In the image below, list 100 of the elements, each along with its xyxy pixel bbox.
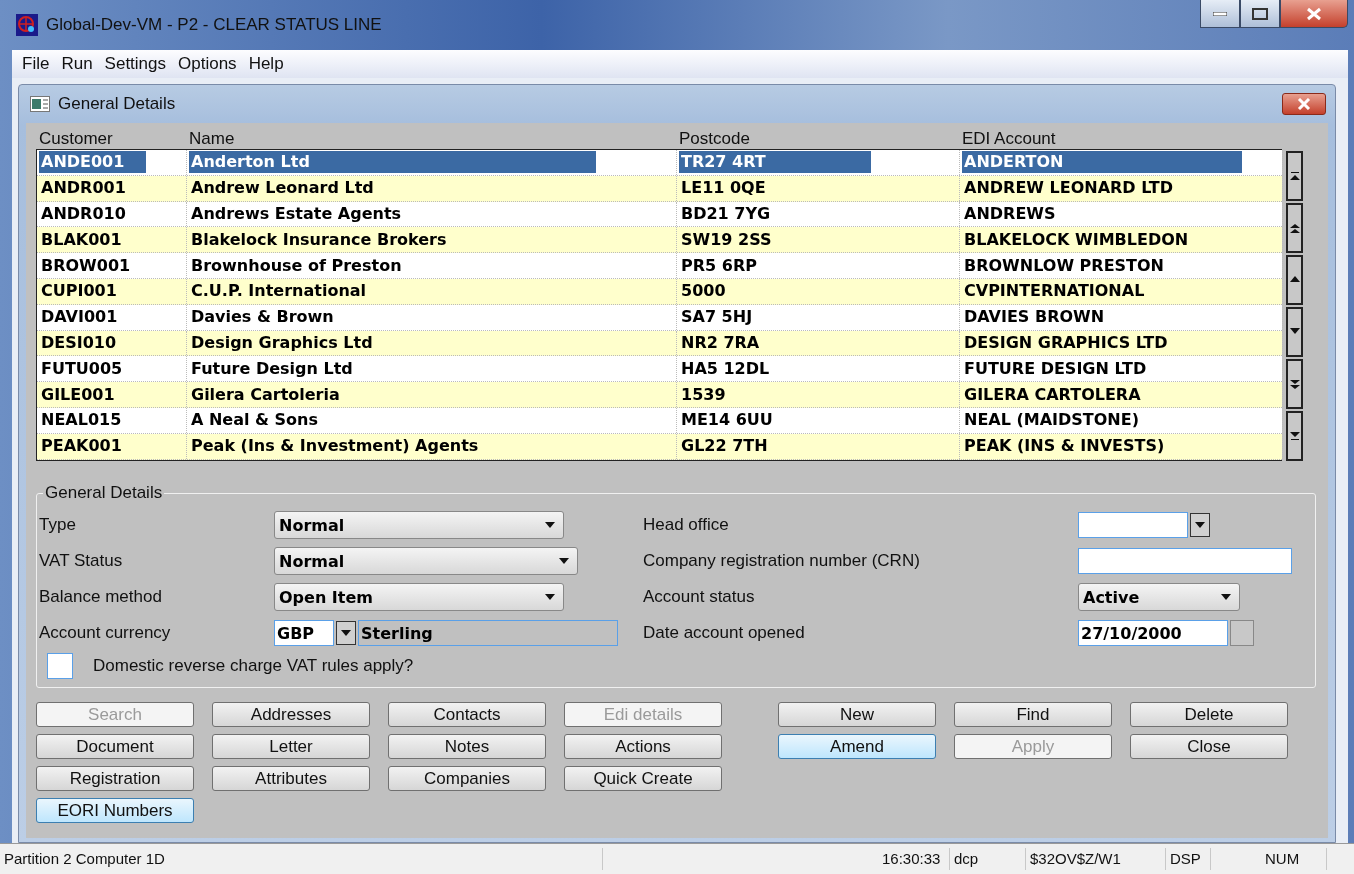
column-header: Customer <box>38 129 114 149</box>
table-cell[interactable]: GILE001 <box>39 383 115 406</box>
action-button[interactable]: Find <box>954 702 1112 727</box>
table-cell[interactable]: ANDERTON <box>962 151 1242 174</box>
action-button[interactable]: Contacts <box>388 702 546 727</box>
table-cell[interactable]: Anderton Ltd <box>189 151 596 174</box>
action-button[interactable]: New <box>778 702 936 727</box>
dropdown[interactable]: Active <box>1078 583 1240 611</box>
table-cell[interactable]: ANDR001 <box>39 177 126 200</box>
table-cell[interactable]: Future Design Ltd <box>189 357 353 380</box>
action-button[interactable]: Addresses <box>212 702 370 727</box>
table-cell[interactable]: 1539 <box>679 383 726 406</box>
table-cell[interactable]: CUPI001 <box>39 280 117 303</box>
table-cell[interactable]: PEAK (INS & INVESTS) <box>962 435 1165 458</box>
close-icon <box>1297 98 1311 110</box>
table-cell[interactable]: Peak (Ins & Investment) Agents <box>189 435 479 458</box>
form-title: General Details <box>58 94 177 114</box>
dropdown[interactable]: Normal <box>274 511 564 539</box>
table-cell[interactable]: DESIGN GRAPHICS LTD <box>962 331 1168 354</box>
date-field[interactable]: 27/10/2000 <box>1078 620 1228 646</box>
table-cell[interactable]: Andrews Estate Agents <box>189 203 402 225</box>
action-button[interactable]: EORI Numbers <box>36 798 194 823</box>
table-cell[interactable]: DAVI001 <box>39 306 118 329</box>
table-cell[interactable]: Gilera Cartoleria <box>189 383 340 406</box>
table-cell[interactable]: HA5 12DL <box>679 357 770 380</box>
table-cell[interactable]: 5000 <box>679 280 726 303</box>
checkbox[interactable] <box>47 653 73 679</box>
table-cell[interactable]: ANDE001 <box>39 151 146 174</box>
table-cell[interactable]: C.U.P. International <box>189 280 367 303</box>
table-cell[interactable]: PEAK001 <box>39 435 122 458</box>
table-cell[interactable]: NEAL015 <box>39 409 122 432</box>
page-down-button[interactable] <box>1286 359 1303 409</box>
field-label: Head office <box>642 515 730 535</box>
caret-icon <box>559 558 569 564</box>
action-button[interactable]: Companies <box>388 766 546 791</box>
action-button[interactable]: Letter <box>212 734 370 759</box>
combo-field[interactable] <box>1078 512 1188 538</box>
action-button[interactable]: Actions <box>564 734 722 759</box>
scroll-bottom-button[interactable] <box>1286 411 1303 461</box>
action-button[interactable]: Amend <box>778 734 936 759</box>
table-cell[interactable]: LE11 0QE <box>679 177 766 200</box>
action-button[interactable]: Document <box>36 734 194 759</box>
menu-item[interactable]: Options <box>178 54 237 74</box>
minimize-button[interactable] <box>1200 0 1240 28</box>
table-cell[interactable]: Blakelock Insurance Brokers <box>189 228 447 251</box>
action-button[interactable]: Registration <box>36 766 194 791</box>
menu-item[interactable]: Run <box>61 54 93 74</box>
table-cell[interactable]: Brownhouse of Preston <box>189 254 402 277</box>
menu-item[interactable]: File <box>22 54 50 74</box>
table-cell[interactable]: ANDREW LEONARD LTD <box>962 177 1173 200</box>
action-button[interactable]: Close <box>1130 734 1288 759</box>
dropdown-button[interactable] <box>336 621 356 645</box>
table-cell[interactable]: Andrew Leonard Ltd <box>189 177 374 200</box>
table-cell[interactable]: TR27 4RT <box>679 151 871 174</box>
table-cell[interactable]: ANDREWS <box>962 203 1056 225</box>
dropdown-button[interactable] <box>1190 513 1210 537</box>
table-cell[interactable]: ANDR010 <box>39 203 126 225</box>
table-cell[interactable]: FUTURE DESIGN LTD <box>962 357 1147 380</box>
table-cell[interactable]: BLAK001 <box>39 228 122 251</box>
field-label: Account currency <box>38 623 172 643</box>
table-cell[interactable]: DESI010 <box>39 331 117 354</box>
table-cell[interactable]: GILERA CARTOLERA <box>962 383 1141 406</box>
table-cell[interactable]: DAVIES BROWN <box>962 306 1105 329</box>
caret-icon <box>1221 594 1231 600</box>
table-cell[interactable]: BLAKELOCK WIMBLEDON <box>962 228 1189 251</box>
page-up-button[interactable] <box>1286 203 1303 253</box>
currency-field[interactable]: GBP <box>274 620 334 646</box>
table-cell[interactable]: A Neal & Sons <box>189 409 318 432</box>
action-button[interactable]: Attributes <box>212 766 370 791</box>
window-title: Global-Dev-VM - P2 - CLEAR STATUS LINE <box>46 15 383 35</box>
table-cell[interactable]: NEAL (MAIDSTONE) <box>962 409 1139 432</box>
table-cell[interactable]: FUTU005 <box>39 357 123 380</box>
action-button[interactable]: Delete <box>1130 702 1288 727</box>
dropdown[interactable]: Open Item <box>274 583 564 611</box>
dropdown[interactable]: Normal <box>274 547 578 575</box>
menu-item[interactable]: Settings <box>104 54 167 74</box>
table-cell[interactable]: ME14 6UU <box>679 409 773 432</box>
status-text: 16:30:33 <box>878 848 950 870</box>
close-button[interactable] <box>1282 93 1326 115</box>
action-button[interactable]: Quick Create <box>564 766 722 791</box>
maximize-button[interactable] <box>1240 0 1280 28</box>
table-cell[interactable]: BROW001 <box>39 254 131 277</box>
action-button[interactable]: Notes <box>388 734 546 759</box>
table-cell[interactable]: CVPINTERNATIONAL <box>962 280 1145 303</box>
table-cell[interactable]: BD21 7YG <box>679 203 771 225</box>
arrow-icon <box>1289 379 1300 389</box>
table-cell[interactable]: GL22 7TH <box>679 435 768 458</box>
input-field[interactable] <box>1078 548 1292 574</box>
table-cell[interactable]: Design Graphics Ltd <box>189 331 373 354</box>
table-cell[interactable]: BROWNLOW PRESTON <box>962 254 1164 277</box>
close-button[interactable] <box>1280 0 1348 28</box>
scroll-down-button[interactable] <box>1286 307 1303 357</box>
table-cell[interactable]: SA7 5HJ <box>679 306 753 329</box>
scroll-top-button[interactable] <box>1286 151 1303 201</box>
table-cell[interactable]: Davies & Brown <box>189 306 334 329</box>
scroll-up-button[interactable] <box>1286 255 1303 305</box>
table-cell[interactable]: PR5 6RP <box>679 254 757 277</box>
table-cell[interactable]: SW19 2SS <box>679 228 772 251</box>
menu-item[interactable]: Help <box>248 54 284 74</box>
table-cell[interactable]: NR2 7RA <box>679 331 760 354</box>
